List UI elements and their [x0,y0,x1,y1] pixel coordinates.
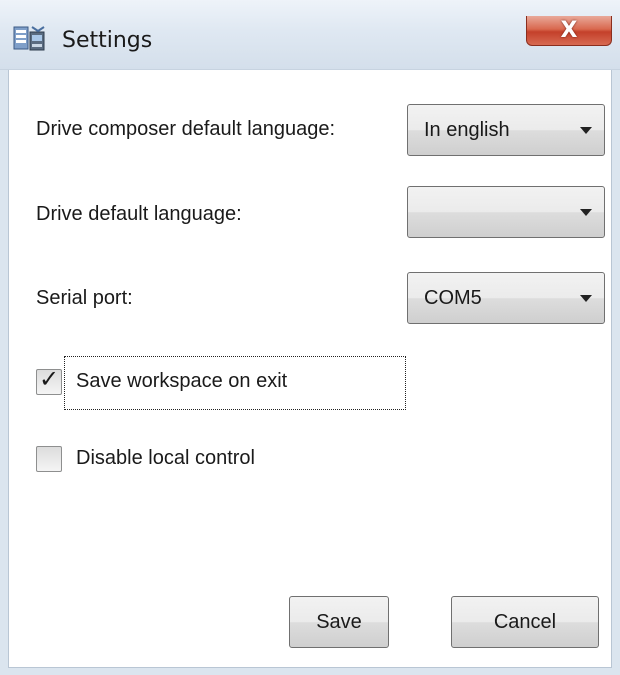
window-border-left [0,70,8,675]
settings-app-icon [13,26,45,51]
close-button[interactable]: X [526,16,612,46]
composer-language-select[interactable]: In english [407,104,605,156]
chevron-down-icon [580,295,592,302]
checkmark-icon: ✓ [39,365,60,393]
drive-language-label: Drive default language: [36,203,242,225]
composer-language-label: Drive composer default language: [36,118,336,140]
serial-port-value: COM5 [424,287,482,309]
window-border-right [612,70,620,675]
title-bar[interactable]: Settings X [0,0,620,70]
window-border-bottom [0,668,620,675]
serial-port-select[interactable]: COM5 [407,272,605,324]
save-workspace-checkbox[interactable]: ✓ [36,365,62,395]
composer-language-value: In english [424,119,510,141]
save-workspace-label[interactable]: Save workspace on exit [76,370,287,393]
settings-window: Settings X Drive composer default langua… [0,0,620,675]
save-button[interactable]: Save [289,596,389,648]
serial-port-label: Serial port: [36,287,133,309]
cancel-button[interactable]: Cancel [451,596,599,648]
drive-language-select[interactable] [407,186,605,238]
disable-local-control-label[interactable]: Disable local control [76,447,255,470]
disable-local-control-checkbox[interactable] [36,446,62,472]
close-icon: X [560,17,578,43]
chevron-down-icon [580,127,592,134]
window-title: Settings [62,28,153,53]
chevron-down-icon [580,209,592,216]
